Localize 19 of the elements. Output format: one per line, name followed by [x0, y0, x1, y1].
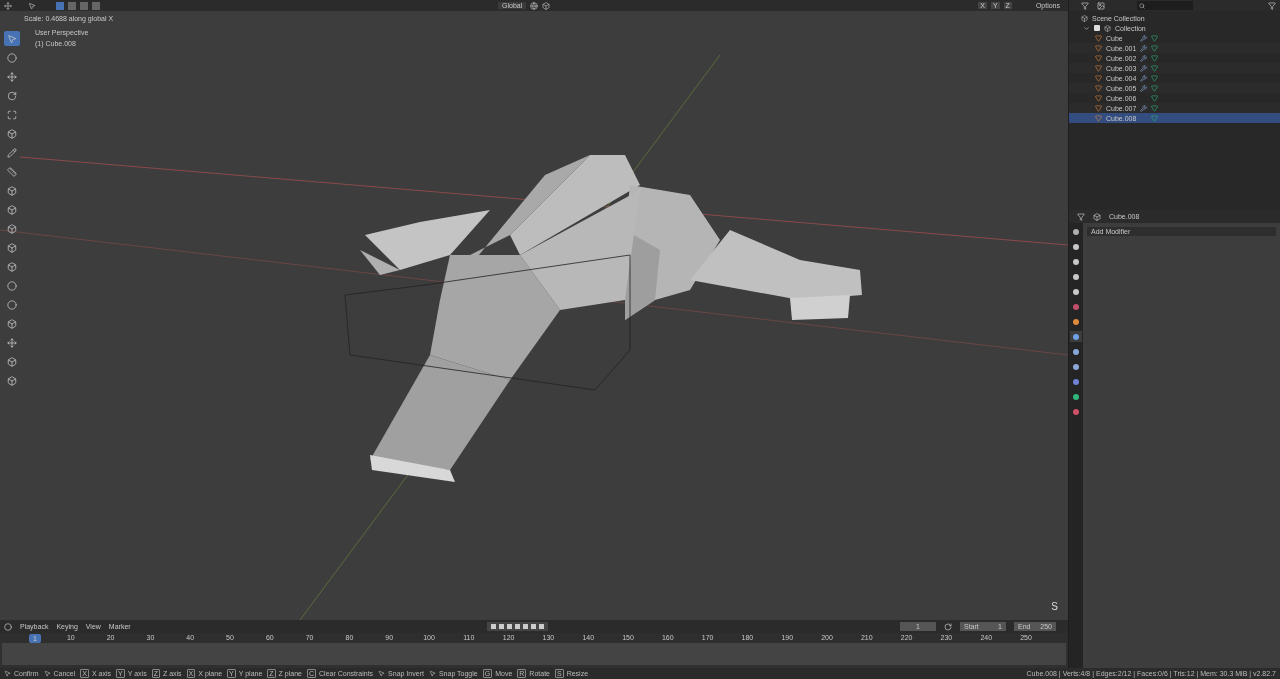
preview-range-icon[interactable]	[944, 622, 952, 631]
tool-button[interactable]	[4, 297, 20, 312]
tool-button[interactable]	[4, 145, 20, 160]
tool-button[interactable]	[4, 31, 20, 46]
scene-collection-icon	[1081, 14, 1088, 22]
checkbox[interactable]	[1094, 25, 1100, 31]
tool-button[interactable]	[4, 69, 20, 84]
tool-button[interactable]	[4, 278, 20, 293]
collection-icon	[1104, 24, 1111, 32]
disclosure-icon[interactable]	[1083, 24, 1090, 32]
playback-controls[interactable]	[486, 622, 548, 631]
filter-icon[interactable]	[1268, 1, 1276, 10]
search-field[interactable]	[1137, 1, 1193, 10]
tool-button[interactable]	[4, 50, 20, 65]
tool-button[interactable]	[4, 164, 20, 179]
object-icon	[1093, 212, 1101, 221]
tool-button[interactable]	[4, 335, 20, 350]
search-icon	[1139, 2, 1145, 9]
key-indicator: S	[1051, 602, 1058, 612]
